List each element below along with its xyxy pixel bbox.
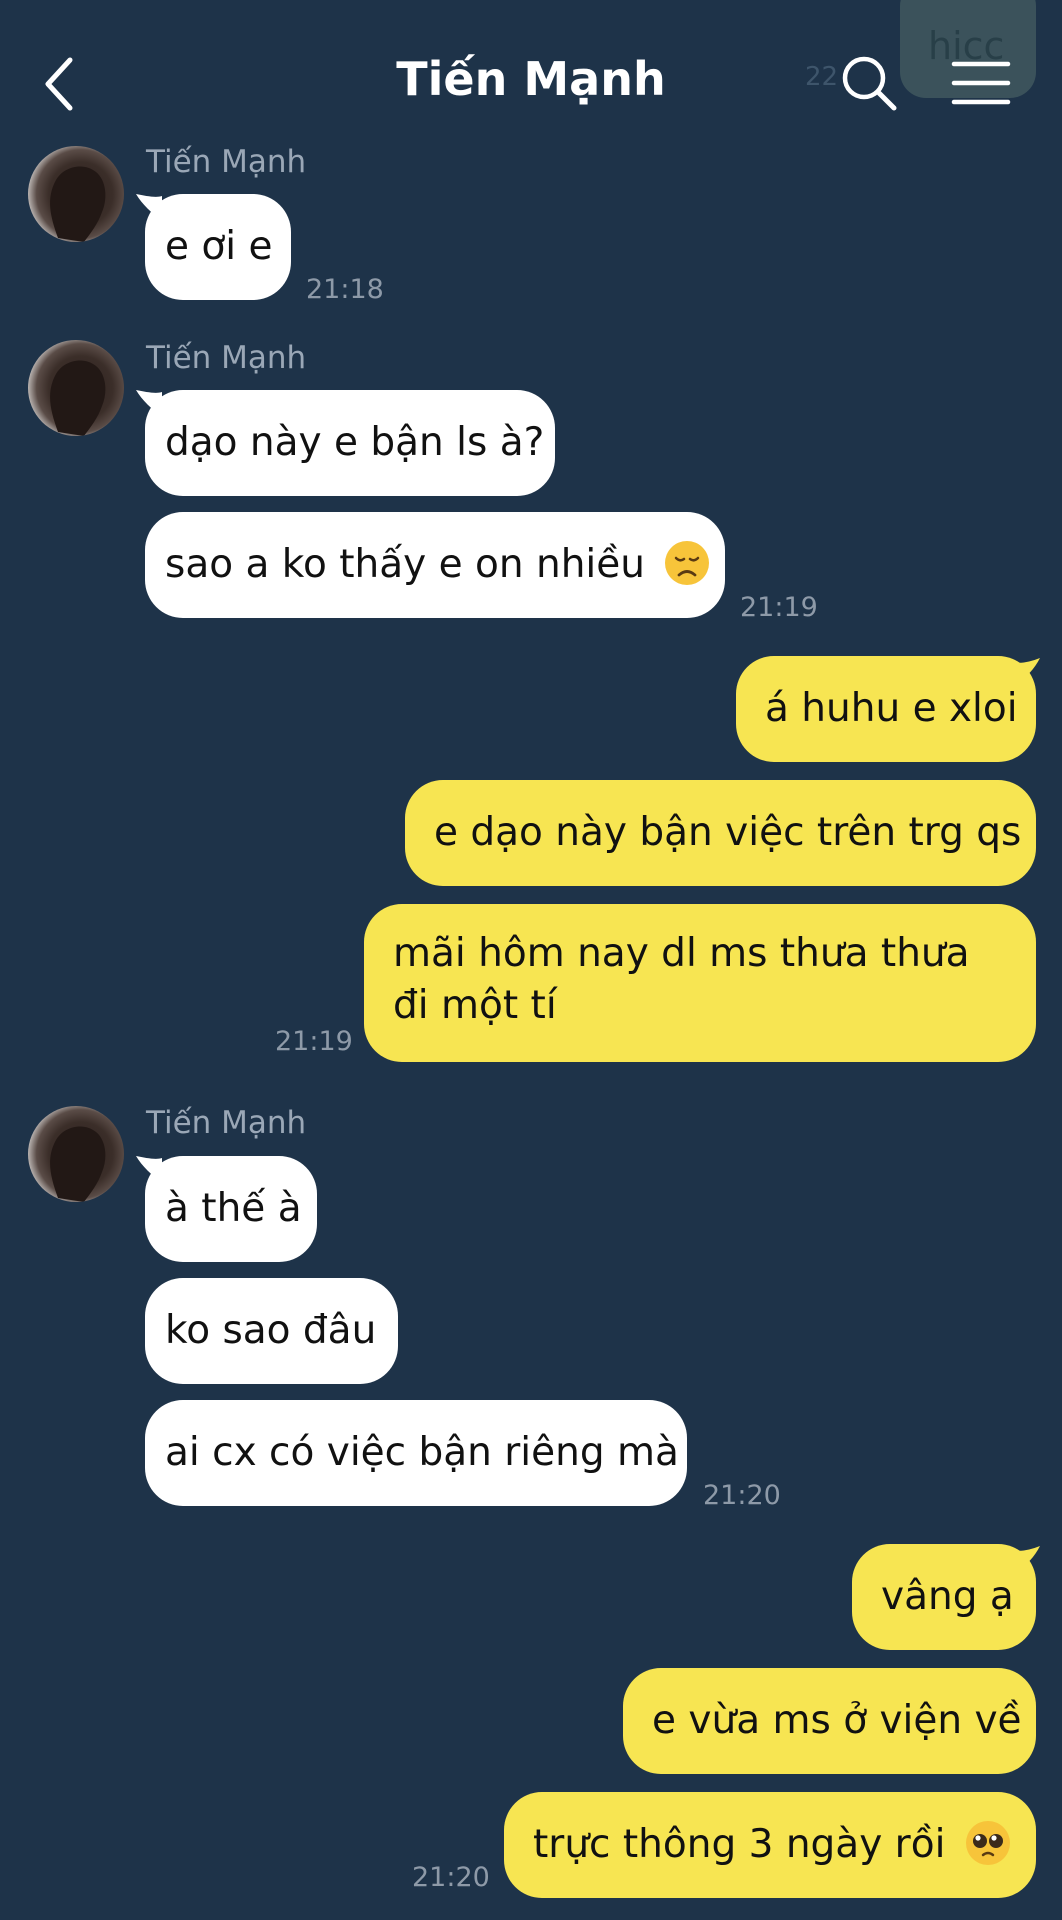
chat-screen: hicc 22 Tiến Mạnh Tiến Mạnh e ơi e 21:18… (0, 0, 1062, 1920)
message-text: sao a ko thấy e on nhiều (165, 542, 645, 587)
disappointed-face-emoji (665, 540, 710, 585)
message-text: trực thông 3 ngày rồi (533, 1822, 946, 1867)
message-timestamp: 21:19 (740, 592, 818, 623)
contact-avatar[interactable] (28, 146, 124, 242)
pleading-face-emoji (965, 1820, 1010, 1865)
sender-name: Tiến Mạnh (146, 340, 307, 376)
message-bubble-incoming[interactable]: à thế à (145, 1156, 317, 1262)
avatar-photo (50, 360, 106, 436)
menu-button[interactable] (950, 58, 1012, 108)
search-button[interactable] (838, 52, 900, 114)
message-bubble-incoming[interactable]: ko sao đâu (145, 1278, 398, 1384)
message-timestamp: 21:20 (412, 1862, 490, 1893)
contact-avatar[interactable] (28, 1106, 124, 1202)
sender-name: Tiến Mạnh (146, 144, 307, 180)
chat-title: Tiến Mạnh (396, 52, 666, 106)
message-timestamp: 21:18 (306, 274, 384, 305)
search-icon (842, 56, 897, 111)
message-bubble-outgoing[interactable]: á huhu e xloi (736, 656, 1036, 762)
message-bubble-outgoing[interactable]: mãi hôm nay dl ms thưa thưa đi một tí (364, 904, 1036, 1062)
message-bubble-outgoing[interactable]: e vừa ms ở viện về (623, 1668, 1036, 1774)
message-bubble-incoming[interactable]: ai cx có việc bận riêng mà (145, 1400, 687, 1506)
message-timestamp: 21:19 (275, 1026, 353, 1057)
message-bubble-incoming[interactable]: sao a ko thấy e on nhiều (145, 512, 725, 618)
message-bubble-incoming[interactable]: dạo này e bận ls à? (145, 390, 555, 496)
message-bubble-outgoing[interactable]: e dạo này bận việc trên trg qs (405, 780, 1036, 886)
sender-name: Tiến Mạnh (146, 1105, 307, 1141)
message-timestamp: 21:20 (703, 1480, 781, 1511)
message-bubble-incoming[interactable]: e ơi e (145, 194, 291, 300)
message-bubble-outgoing[interactable]: vâng ạ (852, 1544, 1036, 1650)
hamburger-menu-icon (951, 61, 1011, 105)
avatar-photo (50, 166, 106, 242)
contact-avatar[interactable] (28, 340, 124, 436)
message-bubble-outgoing[interactable]: trực thông 3 ngày rồi (504, 1792, 1036, 1898)
avatar-photo (50, 1126, 106, 1202)
